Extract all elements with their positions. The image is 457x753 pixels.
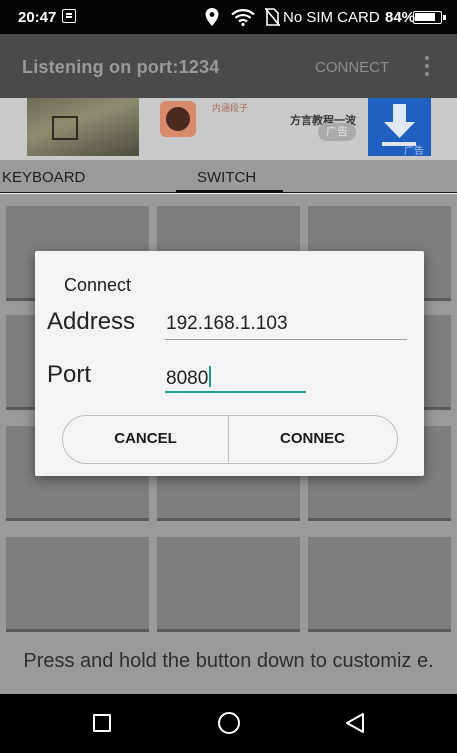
wifi-icon xyxy=(231,8,255,30)
switch-button[interactable] xyxy=(157,537,300,632)
switch-button[interactable] xyxy=(6,537,149,632)
tab-bar: KEYBOARD SWITCH xyxy=(0,160,457,193)
location-icon xyxy=(205,8,219,30)
back-icon[interactable] xyxy=(344,712,366,739)
ad-image-photo xyxy=(27,98,139,156)
ad-image-avatar xyxy=(160,101,196,137)
address-input[interactable]: 192.168.1.103 xyxy=(165,311,407,340)
app-bar: Listening on port:1234 CONNECT xyxy=(0,34,457,98)
battery-icon xyxy=(413,11,442,24)
tab-keyboard[interactable]: KEYBOARD xyxy=(2,169,85,186)
navigation-bar xyxy=(0,694,457,753)
port-label: Port xyxy=(47,361,92,388)
connect-dialog: Connect Address 192.168.1.103 Port 8080 … xyxy=(35,251,424,476)
notification-icon xyxy=(62,9,76,23)
home-icon[interactable] xyxy=(218,712,240,734)
battery-tip xyxy=(443,15,446,20)
no-sim-icon xyxy=(264,7,281,30)
ad-download-button[interactable]: 广告 xyxy=(368,98,431,157)
connect-button[interactable]: CONNEC xyxy=(228,416,396,462)
ad-tag-badge: 广告 xyxy=(318,123,356,141)
address-value: 192.168.1.103 xyxy=(166,313,288,334)
battery-level-fill xyxy=(415,13,435,21)
ad-download-label: 广告 xyxy=(404,146,424,157)
switch-button[interactable] xyxy=(308,537,451,632)
status-time: 20:47 xyxy=(18,9,57,26)
dialog-title: Connect xyxy=(64,275,132,295)
screen: 20:47 No SIM CARD 84% Listening on port:… xyxy=(0,0,457,753)
tab-switch[interactable]: SWITCH xyxy=(197,169,256,186)
connect-action-button[interactable]: CONNECT xyxy=(315,59,389,76)
carrier-label: No SIM CARD xyxy=(283,9,380,26)
ad-banner[interactable]: 内涵段子 方言教程一波 广告 广告 xyxy=(0,98,457,160)
tab-indicator xyxy=(176,190,283,193)
address-label: Address xyxy=(47,308,136,335)
status-bar: 20:47 No SIM CARD 84% xyxy=(0,0,457,34)
ad-caption-small: 内涵段子 xyxy=(212,103,249,113)
cancel-button[interactable]: CANCEL xyxy=(63,416,228,462)
battery-percent: 84% xyxy=(385,9,416,26)
port-input[interactable]: 8080 xyxy=(165,364,306,393)
app-title: Listening on port:1234 xyxy=(22,57,220,77)
more-vert-icon[interactable] xyxy=(425,56,431,76)
dialog-button-group: CANCEL CONNEC xyxy=(62,415,398,464)
recents-icon[interactable] xyxy=(93,714,111,732)
text-cursor xyxy=(209,366,212,387)
port-value: 8080 xyxy=(166,368,209,389)
customize-hint: Press and hold the button down to custom… xyxy=(23,650,434,672)
